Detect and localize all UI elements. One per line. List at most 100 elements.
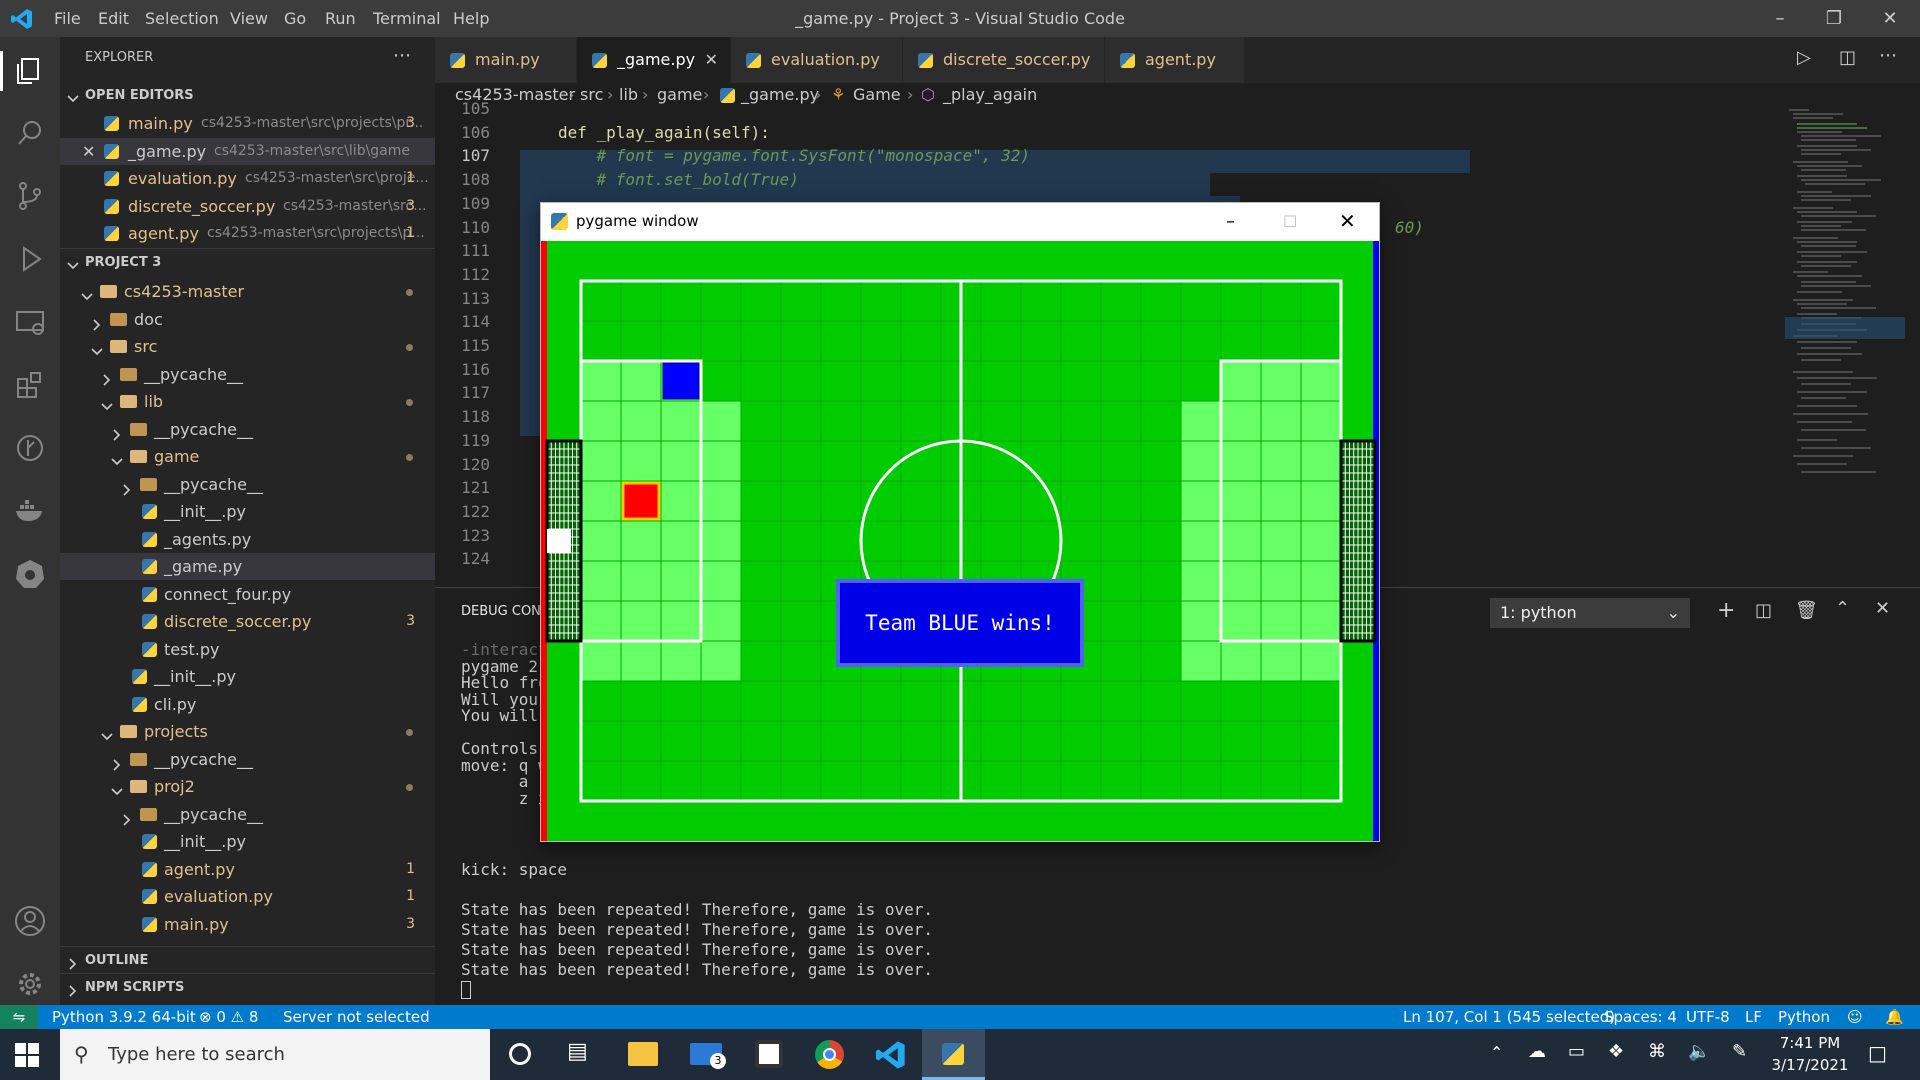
python-interpreter[interactable]: Python 3.9.2 64-bit xyxy=(52,1005,196,1029)
editor-tab[interactable]: agent.py xyxy=(1105,37,1245,83)
tree-folder[interactable]: cs4253-master xyxy=(60,278,435,305)
breadcrumb-item[interactable]: game xyxy=(657,83,702,107)
editor-tab[interactable]: main.py xyxy=(435,37,577,83)
encoding[interactable]: UTF-8 xyxy=(1686,1005,1730,1029)
pygame-window[interactable]: pygame window – ☐ ✕ Team BLUE wins! xyxy=(540,202,1380,842)
clock-date[interactable]: 3/17/2021 xyxy=(1760,1056,1860,1074)
tree-file[interactable]: discrete_soccer.py 3 xyxy=(60,608,435,635)
tree-file[interactable]: agent.py 1 xyxy=(60,856,435,883)
feedback-icon[interactable]: ☺ xyxy=(1847,1005,1863,1029)
tree-folder[interactable]: lib xyxy=(60,388,435,415)
maximize-button[interactable]: ☐ xyxy=(1283,203,1297,240)
breadcrumb-item[interactable]: _play_again xyxy=(943,83,1037,107)
pygame-title-bar[interactable]: pygame window – ☐ ✕ xyxy=(541,203,1379,240)
tree-file[interactable]: cli.py xyxy=(60,691,435,718)
tree-folder[interactable]: __pycache__ xyxy=(60,416,435,443)
docker-icon[interactable] xyxy=(10,491,50,531)
tree-folder[interactable]: __pycache__ xyxy=(60,361,435,388)
tree-file[interactable]: _agents.py xyxy=(60,526,435,553)
open-editor-item[interactable]: main.py cs4253-master\src\projects\pr... 3 xyxy=(60,110,435,137)
dropbox-icon[interactable]: ❖ xyxy=(1608,1041,1624,1062)
split-editor-icon[interactable]: ◫ xyxy=(1839,47,1856,68)
remote-icon[interactable]: ⇋ xyxy=(0,1005,38,1029)
task-view-icon[interactable]: ▤ xyxy=(567,1039,588,1064)
battery-icon[interactable]: ▭ xyxy=(1568,1041,1585,1062)
tree-folder[interactable]: game xyxy=(60,443,435,470)
tree-file[interactable]: __init__.py xyxy=(60,498,435,525)
open-editor-item[interactable]: ✕ _game.py cs4253-master\src\lib\game xyxy=(60,137,435,165)
explorer-icon[interactable] xyxy=(10,51,50,91)
file-explorer-icon[interactable] xyxy=(628,1042,658,1066)
line-ending[interactable]: LF xyxy=(1745,1005,1762,1029)
windows-start-icon[interactable] xyxy=(15,1043,39,1067)
project-header[interactable]: PROJECT 3 xyxy=(60,248,435,275)
source-control-icon[interactable] xyxy=(10,176,50,216)
tree-folder[interactable]: doc xyxy=(60,306,435,333)
tree-folder[interactable]: __pycache__ xyxy=(60,801,435,828)
tree-folder[interactable]: src xyxy=(60,333,435,360)
pen-icon[interactable]: ✎ xyxy=(1732,1041,1747,1062)
clock-time[interactable]: 7:41 PM xyxy=(1760,1034,1860,1052)
volume-muted-icon[interactable]: 🔈 xyxy=(1688,1041,1710,1062)
tree-folder[interactable]: projects xyxy=(60,718,435,745)
debug-console-tab[interactable]: DEBUG CONS xyxy=(461,604,549,619)
settings-gear-icon[interactable] xyxy=(10,964,50,1004)
tree-file[interactable]: __init__.py xyxy=(60,828,435,855)
cursor-position[interactable]: Ln 107, Col 1 (545 selected) xyxy=(1403,1005,1615,1029)
close-button[interactable]: ✕ xyxy=(1339,203,1356,240)
tree-file[interactable]: test.py xyxy=(60,636,435,663)
close-panel-icon[interactable]: ✕ xyxy=(1875,598,1890,619)
close-tab-icon[interactable]: ✕ xyxy=(705,37,718,83)
editor-tab[interactable]: _game.py ✕ xyxy=(577,37,731,83)
editor-tab[interactable]: discrete_soccer.py xyxy=(903,37,1105,83)
npm-scripts-header[interactable]: NPM SCRIPTS xyxy=(60,973,435,1000)
language-mode[interactable]: Python xyxy=(1778,1005,1830,1029)
breadcrumb-item[interactable]: src xyxy=(580,83,603,107)
maximize-panel-icon[interactable]: ⌃ xyxy=(1835,598,1850,619)
kubernetes-icon[interactable] xyxy=(10,554,50,594)
new-terminal-icon[interactable]: + xyxy=(1717,598,1735,623)
tree-file[interactable]: main.py 3 xyxy=(60,911,435,938)
restore-button[interactable]: ❐ xyxy=(1809,4,1859,34)
search-icon[interactable] xyxy=(10,113,50,153)
open-editor-item[interactable]: agent.py cs4253-master\src\projects\p... 1 xyxy=(60,220,435,247)
breadcrumb-item[interactable]: lib xyxy=(619,83,638,107)
open-editor-item[interactable]: discrete_soccer.py cs4253-master\src... 3 xyxy=(60,193,435,220)
extensions-icon[interactable] xyxy=(10,365,50,405)
notifications-bell-icon[interactable]: 🔔 xyxy=(1885,1005,1904,1029)
breadcrumb-item[interactable]: Game xyxy=(853,83,901,107)
server-status[interactable]: Server not selected xyxy=(283,1005,430,1029)
outline-header[interactable]: OUTLINE xyxy=(60,946,435,973)
mail-icon[interactable]: 3 xyxy=(690,1043,726,1069)
remote-explorer-icon[interactable] xyxy=(10,302,50,342)
split-terminal-icon[interactable]: ◫ xyxy=(1755,600,1772,621)
wifi-icon[interactable]: ⌘ xyxy=(1648,1041,1666,1062)
close-icon[interactable]: ✕ xyxy=(82,138,95,165)
cortana-icon[interactable] xyxy=(509,1043,531,1065)
breadcrumb-item[interactable]: _game.py xyxy=(741,83,819,107)
show-hidden-icons[interactable]: ⌃ xyxy=(1490,1043,1503,1062)
tree-file[interactable]: _game.py xyxy=(60,553,435,580)
tree-file[interactable]: __init__.py xyxy=(60,663,435,690)
minimap[interactable] xyxy=(1785,109,1905,587)
account-icon[interactable] xyxy=(10,901,50,941)
notification-center-icon[interactable]: □ xyxy=(1868,1041,1887,1065)
editor-tab[interactable]: evaluation.py xyxy=(731,37,903,83)
git-graph-icon[interactable] xyxy=(10,428,50,468)
problems-count[interactable]: ⊗ 0 ⚠ 8 xyxy=(199,1005,258,1029)
vscode-taskbar-icon[interactable] xyxy=(876,1040,906,1070)
more-actions-icon[interactable]: ⋯ xyxy=(393,45,411,66)
more-actions-icon[interactable]: ⋯ xyxy=(1879,45,1897,66)
minimize-button[interactable]: – xyxy=(1755,4,1805,34)
terminal-select[interactable]: 1: python ⌄ xyxy=(1490,598,1690,628)
chrome-icon[interactable] xyxy=(815,1040,844,1069)
store-icon[interactable] xyxy=(755,1040,783,1068)
minimize-button[interactable]: – xyxy=(1226,203,1235,240)
tree-folder[interactable]: __pycache__ xyxy=(60,746,435,773)
open-editors-header[interactable]: OPEN EDITORS xyxy=(60,82,435,109)
tree-file[interactable]: connect_four.py xyxy=(60,581,435,608)
taskbar-search-box[interactable]: ⚲ Type here to search xyxy=(60,1029,490,1080)
open-editor-item[interactable]: evaluation.py cs4253-master\src\proje... 1 xyxy=(60,165,435,192)
tree-file[interactable]: evaluation.py 1 xyxy=(60,883,435,910)
pygame-taskbar-item[interactable] xyxy=(922,1029,985,1080)
